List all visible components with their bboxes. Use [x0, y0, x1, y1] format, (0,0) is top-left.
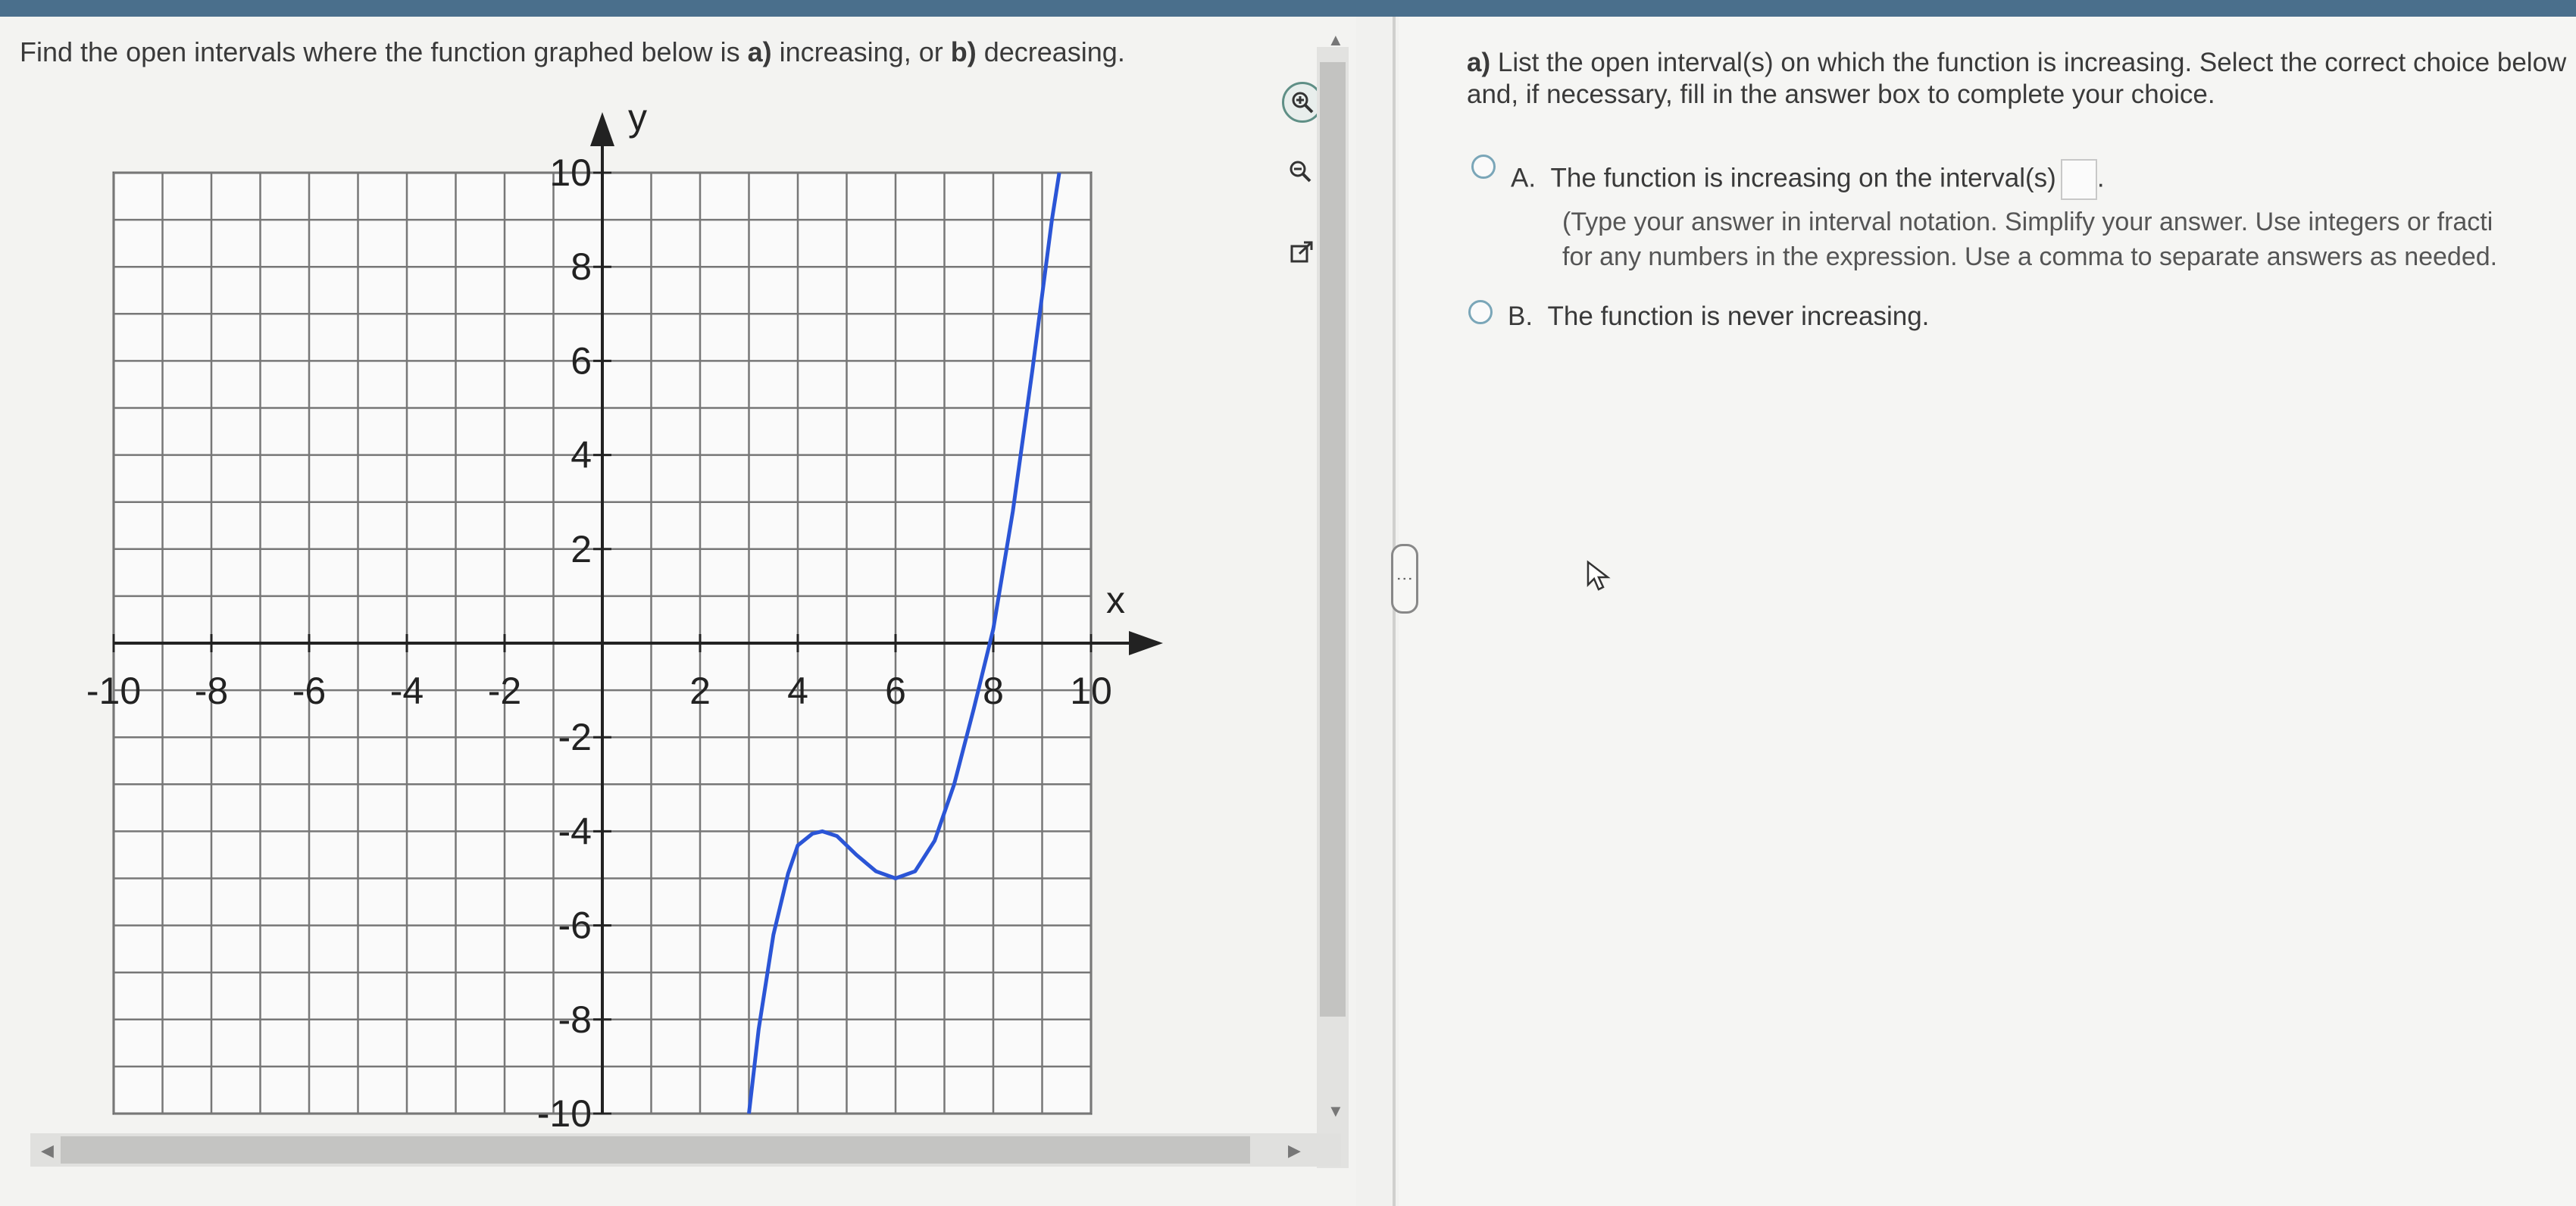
- x-tick-label: -2: [488, 670, 521, 712]
- x-axis-arrow: [1129, 631, 1163, 655]
- y-tick-label: 10: [549, 152, 592, 194]
- vertical-scrollbar-thumb[interactable]: [1320, 62, 1346, 1017]
- external-link-icon: [1290, 241, 1313, 263]
- y-tick-label: -8: [558, 998, 592, 1041]
- scroll-right-arrow-icon[interactable]: ▶: [1288, 1141, 1301, 1161]
- choice-a[interactable]: A. The function is increasing on the int…: [1511, 159, 2105, 200]
- zoom-out-button[interactable]: [1282, 153, 1318, 189]
- x-tick-label: -8: [195, 670, 228, 712]
- answer-instructions-line2: for any numbers in the expression. Use a…: [1562, 242, 2498, 271]
- x-tick-label: -6: [292, 670, 326, 712]
- choice-a-period: .: [2096, 163, 2105, 193]
- x-tick-label: -4: [390, 670, 424, 712]
- choice-a-letter: A.: [1511, 163, 1537, 193]
- y-tick-label: -4: [558, 810, 592, 852]
- part-a-letter: a): [1467, 48, 1491, 77]
- x-tick-label: 10: [1070, 670, 1112, 712]
- y-tick-label: -6: [558, 904, 592, 947]
- y-tick-label: -2: [558, 716, 592, 758]
- top-bar: [0, 0, 2576, 17]
- y-axis-arrow: [590, 112, 614, 146]
- y-tick-label: 6: [571, 339, 592, 382]
- mouse-cursor-icon: [1587, 560, 1611, 591]
- scroll-up-arrow-icon[interactable]: ▲: [1327, 30, 1344, 50]
- scroll-left-arrow-icon[interactable]: ◀: [41, 1141, 54, 1161]
- horizontal-scrollbar-thumb[interactable]: [61, 1136, 1250, 1164]
- answer-input-box[interactable]: [2060, 159, 2097, 200]
- x-tick-label: -10: [86, 670, 141, 712]
- part-a-text: List the open interval(s) on which the f…: [1467, 48, 2567, 109]
- answer-instructions-line1: (Type your answer in interval notation. …: [1562, 208, 2493, 236]
- choice-b-radio[interactable]: [1468, 300, 1493, 324]
- question-text: Find the open intervals where the functi…: [20, 36, 1125, 68]
- choice-b-text: The function is never increasing.: [1547, 302, 1930, 331]
- popout-button[interactable]: [1283, 235, 1320, 271]
- choice-a-text: The function is increasing on the interv…: [1550, 163, 2056, 193]
- x-tick-label: 2: [689, 670, 711, 712]
- function-graph: -10 -8 -6 -4 -2 2 4 6 8 10 10 8 6 4 2 -2 -4 -6 -8 -10 x y: [86, 96, 1163, 1129]
- scroll-down-arrow-icon[interactable]: ▼: [1327, 1101, 1344, 1121]
- question-pre: Find the open intervals where the functi…: [20, 36, 748, 67]
- y-tick-label: -10: [537, 1092, 592, 1129]
- zoom-in-icon: [1292, 92, 1314, 114]
- question-b-letter: b): [950, 36, 977, 67]
- part-a-prompt: a) List the open interval(s) on which th…: [1467, 47, 2573, 111]
- y-tick-label: 4: [571, 434, 592, 476]
- question-post: decreasing.: [976, 36, 1125, 67]
- x-tick-label: 6: [885, 670, 906, 712]
- x-axis-label: x: [1106, 579, 1125, 621]
- choice-b[interactable]: B. The function is never increasing.: [1508, 302, 1929, 332]
- y-axis-label: y: [628, 96, 647, 139]
- choice-b-letter: B.: [1508, 302, 1533, 331]
- y-tick-label: 2: [571, 528, 592, 570]
- zoom-out-icon: [1290, 161, 1311, 183]
- pane-resize-handle[interactable]: ⋮: [1391, 544, 1418, 614]
- y-tick-label: 8: [571, 245, 592, 288]
- question-mid: increasing, or: [771, 36, 951, 67]
- choice-a-radio[interactable]: [1471, 155, 1496, 179]
- question-a-letter: a): [747, 36, 772, 67]
- x-tick-label: 8: [983, 670, 1004, 712]
- x-tick-label: 4: [787, 670, 808, 712]
